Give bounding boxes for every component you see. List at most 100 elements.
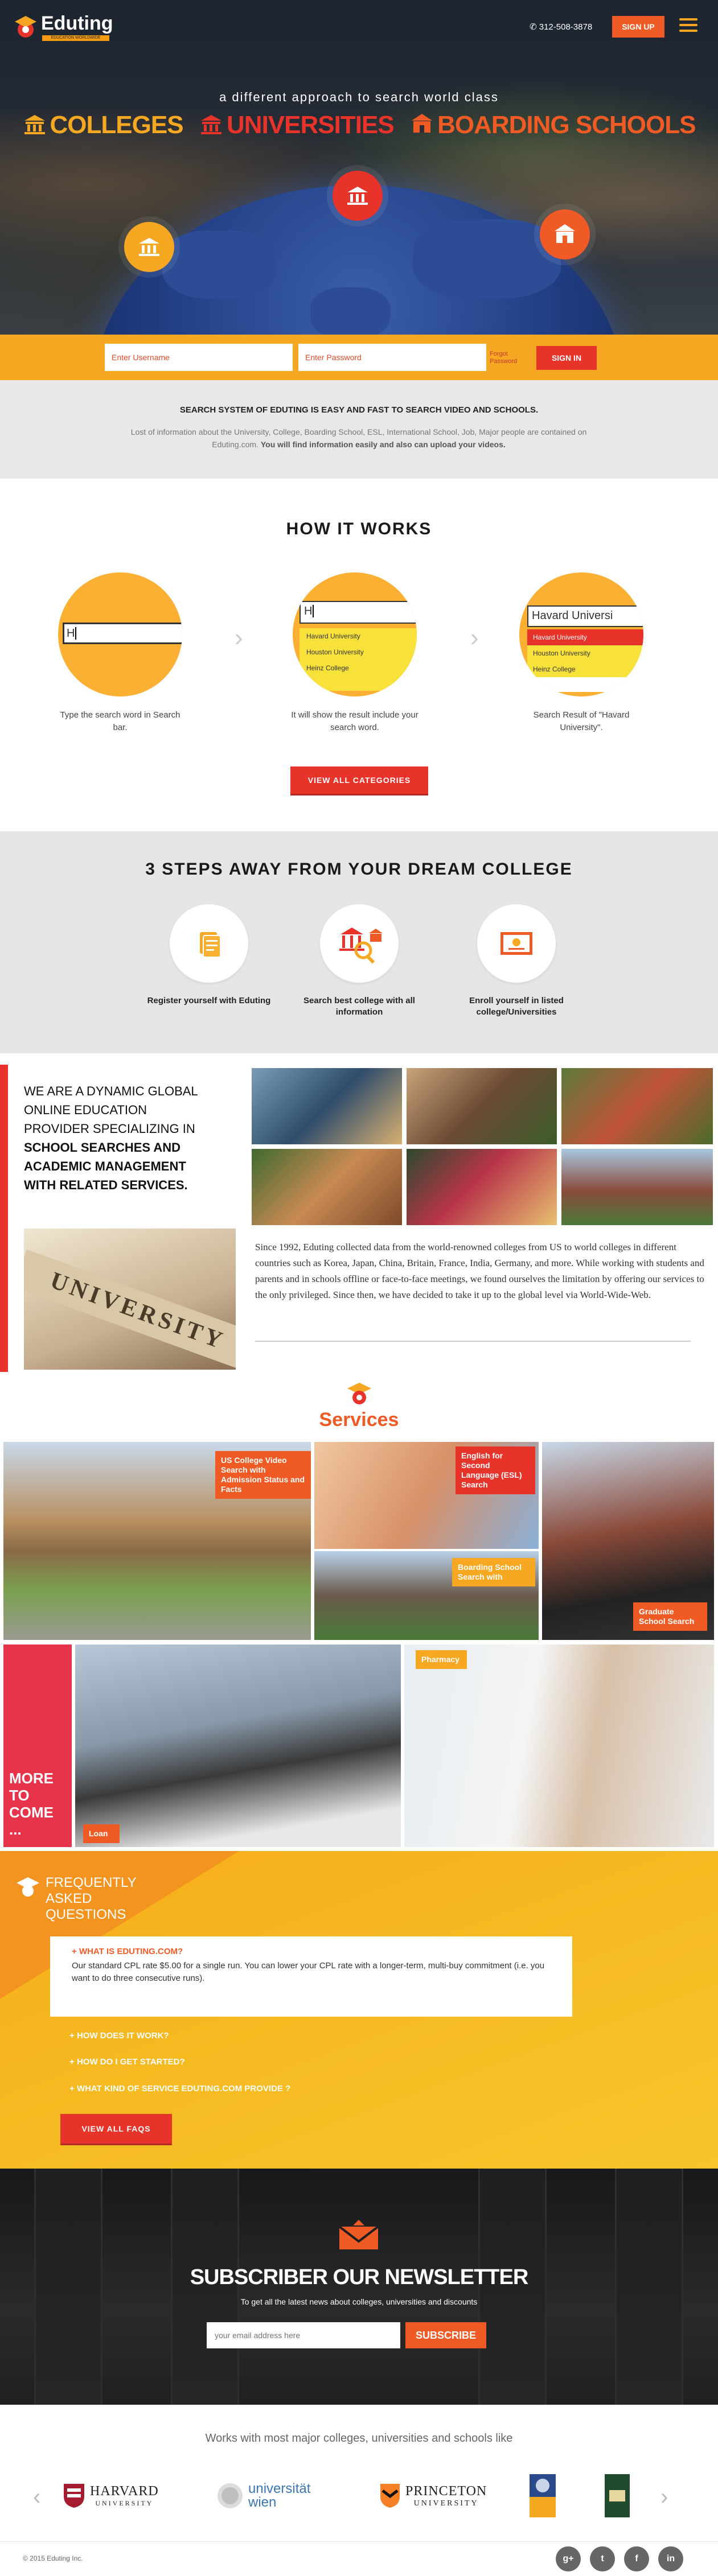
boarding-school-icon [412, 114, 433, 133]
partners-title: Works with most major colleges, universi… [205, 2432, 513, 2445]
service-esl[interactable]: English for Second Language (ESL) Search [314, 1442, 539, 1549]
username-input[interactable] [105, 344, 293, 371]
photo-library-student [252, 1068, 402, 1144]
services-cap-icon [347, 1383, 371, 1404]
view-all-categories-button[interactable]: VIEW ALL CATEGORIES [290, 766, 428, 794]
newsletter-subtitle: To get all the latest news about college… [240, 2297, 478, 2306]
service-us-college[interactable]: US College Video Search with Admission S… [3, 1442, 311, 1640]
chevron-right-icon: › [470, 624, 479, 652]
how-it-works-title: HOW IT WORKS [286, 520, 432, 538]
service-label: Graduate School Search [633, 1602, 707, 1631]
university-pin-icon [347, 187, 368, 205]
university-icon [201, 115, 222, 134]
uni-wien-logo[interactable]: universität wien [216, 2473, 310, 2519]
faq-title: FREQUENTLY ASKED QUESTIONS [46, 1875, 137, 1922]
service-label: Boarding School Search with [452, 1558, 535, 1586]
register-icon [170, 904, 248, 983]
princeton-shield-icon [380, 2484, 400, 2508]
view-all-faqs-button[interactable]: VIEW ALL FAQS [60, 2114, 172, 2144]
partner-book-logo[interactable] [604, 2473, 631, 2519]
category-links: COLLEGES UNIVERSITIES BOARDING SCHOOLS [0, 111, 718, 139]
info-text: Lost of information about the University… [130, 427, 587, 449]
category-colleges[interactable]: COLLEGES [23, 111, 184, 139]
faq-question-open[interactable]: + WHAT IS EDUTING.COM? [72, 1947, 551, 1956]
service-label: English for Second Language (ESL) Search [456, 1446, 535, 1494]
how-step-1: H Type the search word in Search bar. [55, 572, 186, 734]
service-pharmacy[interactable]: Pharmacy [404, 1644, 714, 1847]
chevron-right-icon[interactable]: › [660, 2484, 668, 2510]
logo-text: Eduting [41, 13, 113, 34]
service-more[interactable]: MORE TO COME ... [3, 1644, 72, 1847]
chevron-left-icon[interactable]: ‹ [33, 2484, 40, 2510]
services-section: Services US College Video Search with Ad… [0, 1341, 718, 1853]
partner-crest-logo[interactable] [528, 2473, 557, 2519]
copyright: © 2015 Eduting Inc. [23, 2554, 83, 2562]
photo-campus-lawn [561, 1068, 713, 1144]
googleplus-icon[interactable]: g+ [556, 2546, 581, 2571]
harvard-shield-icon [64, 2484, 84, 2508]
hero-tagline: a different approach to search world cla… [219, 90, 499, 104]
step-search: Search best college with all information [294, 904, 425, 1018]
info-section: SEARCH SYSTEM OF EDUTING IS EASY AND FAS… [0, 380, 718, 479]
signup-button[interactable]: SIGN UP [612, 16, 664, 38]
service-graduate[interactable]: Graduate School Search [542, 1442, 714, 1640]
newsletter-email-input[interactable] [207, 2322, 400, 2348]
menu-icon[interactable] [679, 18, 698, 34]
photo-campus-building [561, 1149, 713, 1225]
demo-search-input: H [63, 623, 182, 644]
eduting-logo[interactable]: Eduting EDUCATION WORLDWIDE [13, 11, 115, 41]
service-label: MORE TO COME ... [9, 1770, 54, 1838]
phone-number[interactable]: ✆ 312-508-3878 [530, 22, 592, 32]
about-headline: WE ARE A DYNAMIC GLOBAL ONLINE EDUCATION… [24, 1084, 198, 1192]
faq-question[interactable]: + WHAT KIND OF SERVICE EDUTING.COM PROVI… [69, 2084, 290, 2093]
step-1-caption: Type the search word in Search bar. [60, 710, 180, 732]
step-register: Register yourself with Eduting [143, 904, 274, 1007]
step-2-illustration: H Havard University Houston University Hei… [293, 572, 417, 696]
college-pin-icon [139, 238, 159, 256]
category-boarding-schools[interactable]: BOARDING SCHOOLS [410, 111, 696, 139]
three-steps-section: 3 STEPS AWAY FROM YOUR DREAM COLLEGE Reg… [0, 831, 718, 1053]
subscribe-button[interactable]: SUBSCRIBE [405, 2322, 486, 2348]
password-input[interactable] [298, 344, 486, 371]
top-navigation: Eduting EDUCATION WORLDWIDE ✆ 312-508-38… [0, 0, 718, 51]
princeton-logo[interactable]: PRINCETON UNIVERSITY [379, 2473, 487, 2519]
newsletter-title: SUBSCRIBER OUR NEWSLETTER [190, 2265, 529, 2289]
logo-tagline: EDUCATION WORLDWIDE [42, 35, 109, 41]
photo-backpack [407, 1149, 557, 1225]
footer: © 2015 Eduting Inc. g+ t f in [0, 2541, 718, 2576]
accent-bar [0, 1065, 8, 1372]
how-step-2: H Havard University Houston University Hei… [289, 572, 420, 734]
demo-results-list: Havard University Houston University Heinz… [299, 628, 417, 691]
step-3-caption: Search Result of "Havard University". [533, 710, 630, 732]
photo-students-group [407, 1068, 557, 1144]
how-step-3: Havard Universi Havard University Housto… [516, 572, 647, 734]
facebook-icon[interactable]: f [624, 2546, 649, 2571]
faq-question[interactable]: + HOW DO I GET STARTED? [69, 2057, 185, 2067]
services-title: Services [319, 1409, 399, 1431]
newsletter-section: SUBSCRIBER OUR NEWSLETTER To get all the… [0, 2169, 718, 2405]
forgot-password-link[interactable]: Forgot Password [490, 351, 524, 365]
certificate-icon [477, 904, 556, 983]
service-boarding[interactable]: Boarding School Search with [314, 1551, 539, 1640]
step-1-illustration: H [58, 572, 182, 696]
faq-question[interactable]: + HOW DOES IT WORK? [69, 2031, 169, 2041]
about-section: WE ARE A DYNAMIC GLOBAL ONLINE EDUCATION… [0, 1053, 718, 1372]
search-college-icon [320, 904, 399, 983]
harvard-logo[interactable]: HARVARD UNIVERSITY [63, 2473, 159, 2519]
twitter-icon[interactable]: t [590, 2546, 615, 2571]
service-loan[interactable]: Loan [75, 1644, 401, 1847]
partners-section: Works with most major colleges, universi… [0, 2405, 718, 2541]
step-3-illustration: Havard Universi Havard University Housto… [519, 572, 643, 696]
how-it-works-section: HOW IT WORKS H Type the search word in S… [0, 479, 718, 831]
linkedin-icon[interactable]: in [658, 2546, 683, 2571]
envelope-icon [338, 2220, 379, 2249]
faq-open-item[interactable]: + WHAT IS EDUTING.COM? Our standard CPL … [50, 1936, 572, 2017]
three-steps-title: 3 STEPS AWAY FROM YOUR DREAM COLLEGE [145, 860, 573, 879]
book-crest-icon [605, 2474, 630, 2517]
signin-button[interactable]: SIGN IN [536, 346, 597, 370]
chevron-right-icon: › [235, 624, 243, 652]
category-universities[interactable]: UNIVERSITIES [199, 111, 395, 139]
pin-boarding-school[interactable] [540, 209, 590, 259]
pin-college[interactable] [124, 222, 174, 272]
pin-university[interactable] [333, 171, 383, 221]
